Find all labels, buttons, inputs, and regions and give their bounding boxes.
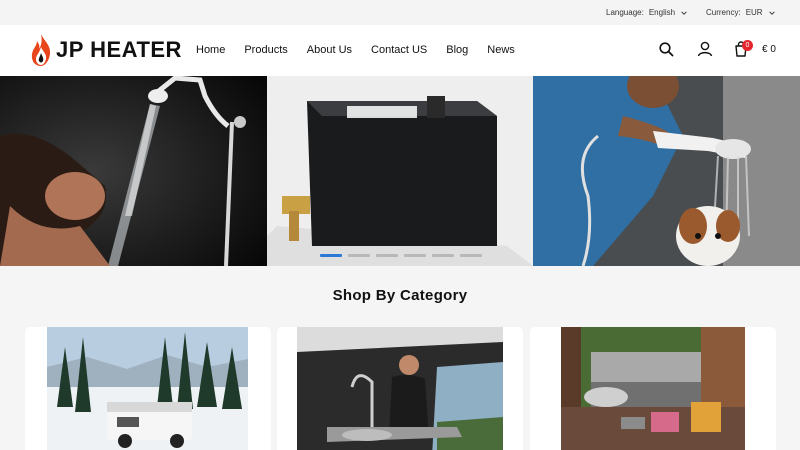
site-header: JP HEATER Home Products About Us Contact… bbox=[0, 25, 800, 76]
language-selector[interactable]: Language: English bbox=[606, 8, 688, 17]
category-card-rv[interactable] bbox=[25, 327, 271, 450]
banner-dot[interactable] bbox=[320, 254, 342, 257]
category-image-rv bbox=[47, 327, 248, 450]
nav-news[interactable]: News bbox=[487, 44, 515, 56]
account-icon[interactable] bbox=[697, 41, 713, 57]
banner-image-dog-wash bbox=[533, 76, 800, 266]
banner-pagination bbox=[320, 254, 482, 257]
banner-dot[interactable] bbox=[460, 254, 482, 257]
banner-dot[interactable] bbox=[432, 254, 454, 257]
currency-selector[interactable]: Currency: EUR bbox=[706, 8, 776, 17]
cart-count-badge: 0 bbox=[742, 40, 753, 51]
nav-contact-us[interactable]: Contact US bbox=[371, 44, 427, 56]
search-icon[interactable] bbox=[658, 41, 674, 57]
chevron-down-icon bbox=[681, 10, 687, 15]
logo-text: JP HEATER bbox=[56, 37, 182, 62]
category-image-outdoor-kitchen bbox=[561, 327, 745, 450]
banner-dot[interactable] bbox=[404, 254, 426, 257]
nav-about-us[interactable]: About Us bbox=[307, 44, 352, 56]
main-nav: Home Products About Us Contact US Blog N… bbox=[196, 44, 534, 56]
category-card-outdoor-kitchen[interactable] bbox=[530, 327, 776, 450]
section-title: Shop By Category bbox=[332, 287, 468, 304]
banner-dot[interactable] bbox=[348, 254, 370, 257]
currency-label: Currency: bbox=[706, 8, 741, 17]
language-value: English bbox=[648, 8, 676, 17]
language-label: Language: bbox=[606, 8, 644, 17]
nav-home[interactable]: Home bbox=[196, 44, 225, 56]
flame-icon bbox=[31, 34, 51, 66]
logo[interactable]: JP HEATER bbox=[30, 33, 182, 67]
banner-image-shower bbox=[0, 76, 267, 266]
banner-dot[interactable] bbox=[376, 254, 398, 257]
currency-value: EUR bbox=[745, 8, 763, 17]
cart-total[interactable]: € 0 bbox=[762, 44, 776, 55]
category-image-van bbox=[297, 327, 503, 450]
nav-blog[interactable]: Blog bbox=[446, 44, 468, 56]
chevron-down-icon bbox=[768, 10, 775, 15]
banner-image-heater bbox=[267, 76, 533, 266]
hero-banner[interactable] bbox=[0, 76, 800, 266]
top-bar: Language: English Currency: EUR bbox=[0, 0, 800, 25]
category-card-van[interactable] bbox=[277, 327, 523, 450]
nav-products[interactable]: Products bbox=[244, 44, 287, 56]
